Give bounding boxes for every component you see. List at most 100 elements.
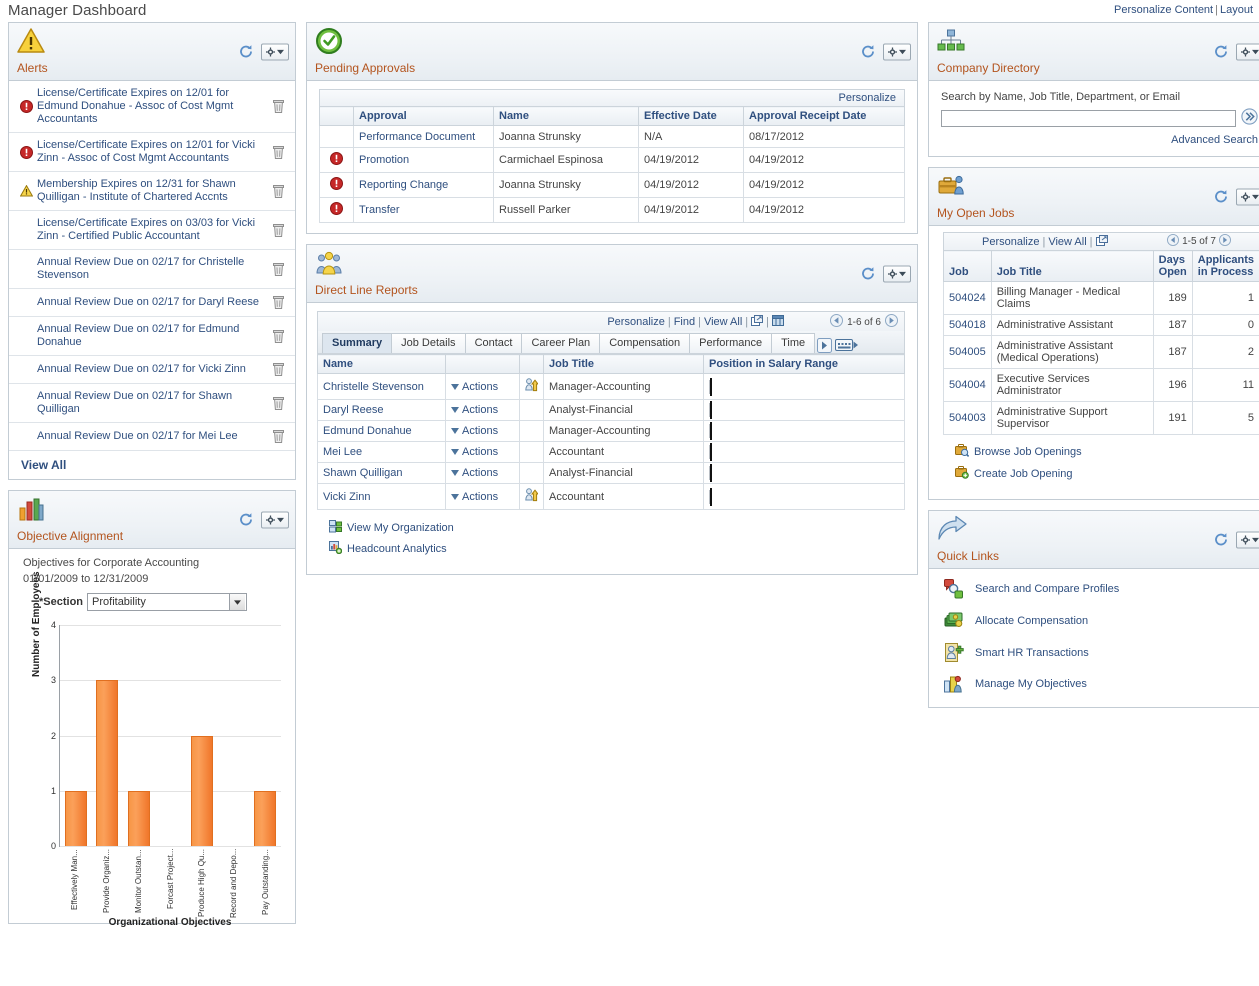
advanced-search-link[interactable]: Advanced Search (941, 134, 1258, 146)
section-dropdown[interactable]: Profitability (87, 593, 247, 611)
next-page-button[interactable] (1219, 234, 1231, 249)
previous-page-button[interactable] (830, 314, 843, 330)
alert-link[interactable]: Annual Review Due on 02/17 for Shawn Qui… (37, 388, 265, 418)
double-chevron-right-icon[interactable] (1241, 108, 1258, 128)
show-all-columns-button[interactable] (835, 338, 859, 353)
alert-link[interactable]: License/Certificate Expires on 12/01 for… (37, 85, 265, 128)
delete-alert-icon[interactable] (265, 396, 291, 411)
alert-link[interactable]: Annual Review Due on 02/17 for Edmund Do… (37, 321, 265, 351)
employee-name-link[interactable]: Mei Lee (323, 446, 362, 458)
tab-compensation[interactable]: Compensation (599, 333, 690, 353)
layout-link[interactable]: Layout (1220, 4, 1253, 16)
download-grid-icon[interactable] (772, 316, 784, 328)
approval-link[interactable]: Transfer (359, 204, 400, 216)
expand-window-icon[interactable] (751, 316, 763, 328)
refresh-icon[interactable] (239, 45, 253, 59)
alert-link[interactable]: Annual Review Due on 02/17 for Christell… (37, 254, 265, 284)
tab-job-details[interactable]: Job Details (391, 333, 465, 353)
job-id-link[interactable]: 504003 (949, 412, 986, 424)
actions-link[interactable]: Actions (462, 425, 498, 437)
personalize-content-link[interactable]: Personalize Content (1114, 4, 1213, 16)
delete-alert-icon[interactable] (265, 99, 291, 114)
related-actions-badge-icon[interactable] (525, 493, 538, 505)
quick-link-item[interactable]: Smart HR Transactions (943, 643, 1259, 662)
chart-bar[interactable] (191, 736, 213, 847)
job-id-link[interactable]: 504024 (949, 292, 986, 304)
tab-time[interactable]: Time (771, 333, 815, 353)
pagelet-settings-button[interactable] (883, 43, 911, 60)
alert-link[interactable]: Annual Review Due on 02/17 for Daryl Ree… (37, 294, 265, 311)
actions-link[interactable]: Actions (462, 381, 498, 393)
employee-name-link[interactable]: Shawn Quilligan (323, 467, 403, 479)
view-all-link[interactable]: View All (1048, 236, 1086, 248)
delete-alert-icon[interactable] (265, 362, 291, 377)
quick-link-item[interactable]: Search and Compare Profiles (943, 579, 1259, 599)
pagelet-settings-button[interactable] (883, 265, 911, 282)
delete-alert-icon[interactable] (265, 184, 291, 199)
create-job-link[interactable]: Create Job Opening (955, 465, 1259, 482)
delete-alert-icon[interactable] (265, 145, 291, 160)
org-chart-link[interactable]: View My Organization (329, 520, 905, 536)
expand-window-icon[interactable] (1096, 236, 1108, 248)
chart-bar[interactable] (254, 791, 276, 846)
job-id-link[interactable]: 504004 (949, 379, 986, 391)
alert-link[interactable]: Membership Expires on 12/31 for Shawn Qu… (37, 176, 265, 206)
refresh-icon[interactable] (1214, 190, 1228, 204)
next-page-button[interactable] (885, 314, 898, 330)
approval-link[interactable]: Promotion (359, 154, 409, 166)
refresh-icon[interactable] (1214, 533, 1228, 547)
find-link[interactable]: Find (674, 316, 695, 328)
pagelet-settings-button[interactable] (261, 43, 289, 60)
alert-link[interactable]: License/Certificate Expires on 03/03 for… (37, 215, 265, 245)
refresh-icon[interactable] (239, 513, 253, 527)
analytics-link[interactable]: Headcount Analytics (329, 541, 905, 557)
delete-alert-icon[interactable] (265, 329, 291, 344)
tab-contact[interactable]: Contact (465, 333, 523, 353)
tab-summary[interactable]: Summary (322, 333, 392, 353)
actions-link[interactable]: Actions (462, 491, 498, 503)
refresh-icon[interactable] (1214, 45, 1228, 59)
approval-link[interactable]: Reporting Change (359, 179, 448, 191)
directory-search-input[interactable] (941, 110, 1236, 127)
delete-alert-icon[interactable] (265, 262, 291, 277)
employee-name-link[interactable]: Christelle Stevenson (323, 381, 424, 393)
chart-bar[interactable] (128, 791, 150, 846)
delete-alert-icon[interactable] (265, 223, 291, 238)
actions-link[interactable]: Actions (462, 404, 498, 416)
alert-link[interactable]: License/Certificate Expires on 12/01 for… (37, 137, 265, 167)
alerts-view-all-link[interactable]: View All (9, 451, 295, 479)
employee-name-link[interactable]: Edmund Donahue (323, 425, 412, 437)
alert-link[interactable]: Annual Review Due on 02/17 for Mei Lee (37, 428, 265, 445)
pagelet-settings-button[interactable] (1236, 188, 1259, 205)
refresh-icon[interactable] (861, 45, 875, 59)
refresh-icon[interactable] (861, 267, 875, 281)
job-id-link[interactable]: 504018 (949, 319, 986, 331)
next-tab-button[interactable] (817, 338, 832, 353)
tab-performance[interactable]: Performance (689, 333, 772, 353)
delete-alert-icon[interactable] (265, 295, 291, 310)
approval-link[interactable]: Performance Document (359, 131, 475, 143)
previous-page-button[interactable] (1167, 234, 1179, 249)
browse-jobs-link[interactable]: Browse Job Openings (955, 443, 1259, 460)
actions-link[interactable]: Actions (462, 467, 498, 479)
actions-link[interactable]: Actions (462, 446, 498, 458)
related-actions-badge-icon[interactable] (525, 383, 538, 395)
pagelet-settings-button[interactable] (1236, 43, 1259, 60)
chart-bar[interactable] (65, 791, 87, 846)
personalize-link[interactable]: Personalize (982, 236, 1039, 248)
chart-bar[interactable] (96, 680, 118, 846)
personalize-link[interactable]: Personalize (607, 316, 664, 328)
employee-name-link[interactable]: Daryl Reese (323, 404, 384, 416)
quick-link-item[interactable]: Allocate Compensation (943, 612, 1259, 630)
view-all-link[interactable]: View All (704, 316, 742, 328)
pagelet-settings-button[interactable] (1236, 531, 1259, 548)
tab-career-plan[interactable]: Career Plan (521, 333, 600, 353)
employee-name-link[interactable]: Vicki Zinn (323, 491, 370, 503)
directory-search-label: Search by Name, Job Title, Department, o… (941, 91, 1258, 103)
job-id-link[interactable]: 504005 (949, 346, 986, 358)
pagelet-settings-button[interactable] (261, 511, 289, 528)
delete-alert-icon[interactable] (265, 429, 291, 444)
personalize-link[interactable]: Personalize (839, 92, 896, 104)
quick-link-item[interactable]: Manage My Objectives (943, 675, 1259, 693)
alert-link[interactable]: Annual Review Due on 02/17 for Vicki Zin… (37, 361, 265, 378)
